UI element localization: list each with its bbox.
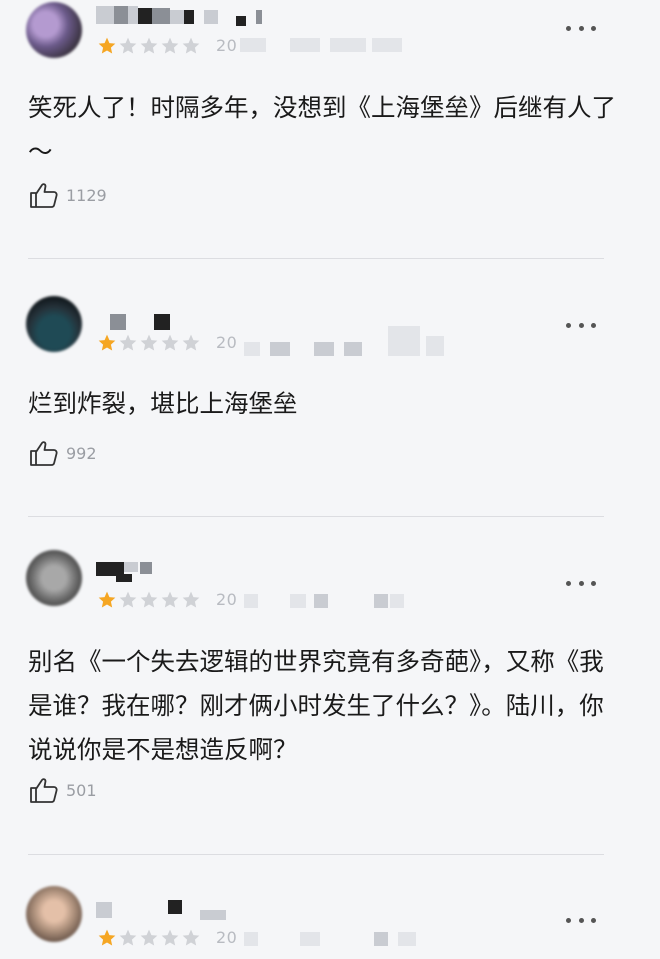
comment-date: 20 — [216, 36, 238, 55]
rating-stars — [97, 35, 202, 57]
date-redacted — [300, 932, 320, 946]
date-redacted — [314, 342, 334, 356]
star-icon — [181, 333, 202, 354]
avatar[interactable] — [26, 550, 82, 606]
more-dots-icon[interactable] — [566, 320, 596, 330]
star-icon — [97, 590, 118, 611]
star-icon — [97, 36, 118, 57]
rating-stars — [97, 589, 202, 611]
star-icon — [118, 36, 139, 57]
star-icon — [97, 333, 118, 354]
avatar[interactable] — [26, 886, 82, 942]
date-redacted — [398, 932, 416, 946]
star-icon — [160, 36, 181, 57]
star-icon — [160, 333, 181, 354]
comment-date: 20 — [216, 928, 238, 947]
like-count: 1129 — [66, 185, 107, 205]
more-dots-icon[interactable] — [566, 915, 596, 925]
date-redacted — [270, 342, 290, 356]
star-icon — [160, 928, 181, 949]
star-icon — [181, 36, 202, 57]
username[interactable] — [96, 312, 256, 334]
like-button[interactable]: 501 — [28, 773, 97, 807]
date-redacted — [240, 38, 266, 52]
thumbs-up-icon — [30, 441, 58, 466]
date-redacted — [426, 336, 444, 356]
star-icon — [181, 928, 202, 949]
date-redacted — [290, 38, 320, 52]
star-icon — [118, 590, 139, 611]
comment-text: 别名《一个失去逻辑的世界究竟有多奇葩》，又称《我是谁？我在哪？刚才俩小时发生了什… — [28, 647, 604, 764]
username[interactable] — [96, 560, 256, 582]
like-count: 992 — [66, 443, 97, 463]
rating-stars — [97, 332, 202, 354]
star-icon — [97, 928, 118, 949]
username[interactable] — [96, 6, 262, 28]
like-button[interactable]: 1129 — [28, 178, 107, 212]
date-redacted — [390, 594, 404, 608]
star-icon — [139, 333, 160, 354]
date-redacted — [388, 326, 420, 356]
date-redacted — [244, 594, 258, 608]
divider — [28, 516, 604, 517]
star-icon — [160, 590, 181, 611]
star-icon — [139, 590, 160, 611]
comment-date: 20 — [216, 333, 238, 352]
date-redacted — [330, 38, 366, 52]
more-dots-icon[interactable] — [566, 578, 596, 588]
date-redacted — [314, 594, 328, 608]
avatar[interactable] — [26, 2, 82, 58]
rating-stars — [97, 927, 202, 949]
star-icon — [181, 590, 202, 611]
comment-text: 笑死人了！时隔多年，没想到《上海堡垒》后继有人了～ — [28, 93, 616, 166]
date-redacted — [244, 932, 258, 946]
star-icon — [118, 333, 139, 354]
date-redacted — [374, 594, 388, 608]
divider — [28, 258, 604, 259]
thumbs-up-icon — [30, 183, 58, 208]
date-redacted — [290, 594, 306, 608]
thumbs-up-icon — [30, 778, 58, 803]
like-button[interactable]: 992 — [28, 436, 97, 470]
comment-date: 20 — [216, 590, 238, 609]
date-redacted — [244, 342, 260, 356]
date-redacted — [344, 342, 362, 356]
avatar[interactable] — [26, 296, 82, 352]
star-icon — [118, 928, 139, 949]
date-redacted — [372, 38, 402, 52]
username[interactable] — [96, 898, 256, 920]
comment-text: 烂到炸裂，堪比上海堡垒 — [28, 389, 298, 418]
date-redacted — [374, 932, 388, 946]
star-icon — [139, 36, 160, 57]
star-icon — [139, 928, 160, 949]
like-count: 501 — [66, 780, 97, 800]
more-dots-icon[interactable] — [566, 23, 596, 33]
divider — [28, 854, 604, 855]
